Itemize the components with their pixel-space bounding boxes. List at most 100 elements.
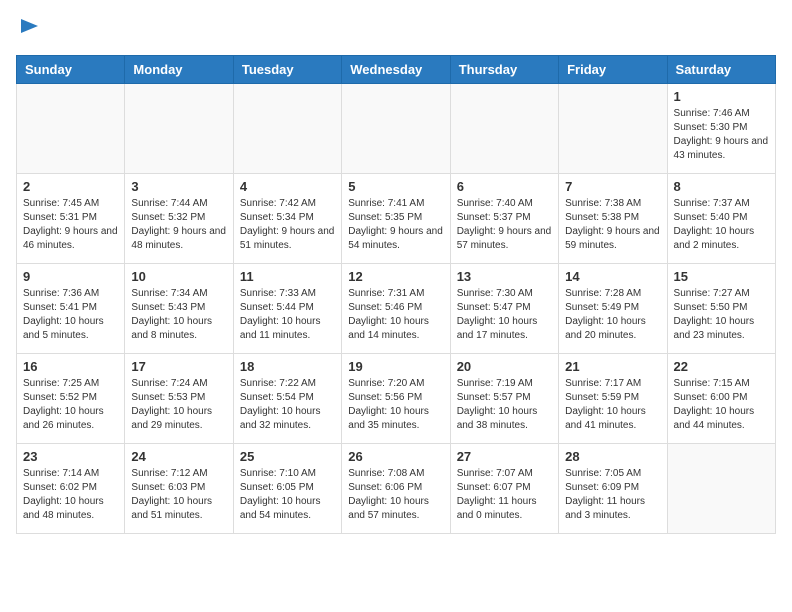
day-number: 24 (131, 449, 226, 464)
day-info: Sunrise: 7:05 AM Sunset: 6:09 PM Dayligh… (565, 467, 660, 523)
page-header (16, 16, 776, 43)
calendar-day-cell: 17 Sunrise: 7:24 AM Sunset: 5:53 PM Dayli… (125, 354, 233, 444)
calendar-day-cell (342, 84, 450, 174)
day-number: 28 (565, 449, 660, 464)
day-number: 18 (240, 359, 335, 374)
calendar-day-cell: 22 Sunrise: 7:15 AM Sunset: 6:00 PM Dayli… (667, 354, 775, 444)
calendar-day-cell: 9 Sunrise: 7:36 AM Sunset: 5:41 PM Daylig… (17, 264, 125, 354)
day-info: Sunrise: 7:07 AM Sunset: 6:07 PM Dayligh… (457, 467, 552, 523)
day-number: 7 (565, 179, 660, 194)
calendar-day-cell: 28 Sunrise: 7:05 AM Sunset: 6:09 PM Dayli… (559, 444, 667, 534)
calendar-day-cell: 1 Sunrise: 7:46 AM Sunset: 5:30 PM Daylig… (667, 84, 775, 174)
calendar-day-cell: 26 Sunrise: 7:08 AM Sunset: 6:06 PM Dayli… (342, 444, 450, 534)
calendar-day-cell: 12 Sunrise: 7:31 AM Sunset: 5:46 PM Dayli… (342, 264, 450, 354)
calendar-day-cell: 15 Sunrise: 7:27 AM Sunset: 5:50 PM Dayli… (667, 264, 775, 354)
day-number: 20 (457, 359, 552, 374)
day-info: Sunrise: 7:33 AM Sunset: 5:44 PM Dayligh… (240, 287, 335, 343)
calendar-table: SundayMondayTuesdayWednesdayThursdayFrid… (16, 55, 776, 534)
day-number: 6 (457, 179, 552, 194)
weekday-header: Sunday (17, 56, 125, 84)
calendar-day-cell: 19Sunrise: 7:20 AM Sunset: 5:56 PM Dayli… (342, 354, 450, 444)
calendar-week-row: 9 Sunrise: 7:36 AM Sunset: 5:41 PM Daylig… (17, 264, 776, 354)
calendar-day-cell (125, 84, 233, 174)
day-number: 21 (565, 359, 660, 374)
calendar-day-cell: 10 Sunrise: 7:34 AM Sunset: 5:43 PM Dayli… (125, 264, 233, 354)
day-number: 3 (131, 179, 226, 194)
calendar-day-cell: 5 Sunrise: 7:41 AM Sunset: 5:35 PM Daylig… (342, 174, 450, 264)
day-info: Sunrise: 7:42 AM Sunset: 5:34 PM Dayligh… (240, 197, 335, 253)
day-number: 27 (457, 449, 552, 464)
day-number: 15 (674, 269, 769, 284)
weekday-header: Tuesday (233, 56, 341, 84)
calendar-day-cell: 3 Sunrise: 7:44 AM Sunset: 5:32 PM Daylig… (125, 174, 233, 264)
calendar-day-cell: 25 Sunrise: 7:10 AM Sunset: 6:05 PM Dayli… (233, 444, 341, 534)
calendar-day-cell (450, 84, 558, 174)
day-info: Sunrise: 7:41 AM Sunset: 5:35 PM Dayligh… (348, 197, 443, 253)
logo (16, 16, 40, 43)
day-info: Sunrise: 7:15 AM Sunset: 6:00 PM Dayligh… (674, 377, 769, 433)
weekday-header: Saturday (667, 56, 775, 84)
day-info: Sunrise: 7:14 AM Sunset: 6:02 PM Dayligh… (23, 467, 118, 523)
day-number: 25 (240, 449, 335, 464)
day-info: Sunrise: 7:36 AM Sunset: 5:41 PM Dayligh… (23, 287, 118, 343)
day-number: 4 (240, 179, 335, 194)
weekday-header: Friday (559, 56, 667, 84)
day-info: Sunrise: 7:27 AM Sunset: 5:50 PM Dayligh… (674, 287, 769, 343)
calendar-day-cell: 6 Sunrise: 7:40 AM Sunset: 5:37 PM Daylig… (450, 174, 558, 264)
calendar-day-cell (233, 84, 341, 174)
calendar-week-row: 23Sunrise: 7:14 AM Sunset: 6:02 PM Dayli… (17, 444, 776, 534)
day-info: Sunrise: 7:08 AM Sunset: 6:06 PM Dayligh… (348, 467, 443, 523)
calendar-day-cell (559, 84, 667, 174)
day-number: 9 (23, 269, 118, 284)
day-number: 1 (674, 89, 769, 104)
day-info: Sunrise: 7:34 AM Sunset: 5:43 PM Dayligh… (131, 287, 226, 343)
day-info: Sunrise: 7:24 AM Sunset: 5:53 PM Dayligh… (131, 377, 226, 433)
weekday-header: Wednesday (342, 56, 450, 84)
calendar-week-row: 2 Sunrise: 7:45 AM Sunset: 5:31 PM Daylig… (17, 174, 776, 264)
day-number: 5 (348, 179, 443, 194)
day-number: 8 (674, 179, 769, 194)
day-info: Sunrise: 7:45 AM Sunset: 5:31 PM Dayligh… (23, 197, 118, 253)
day-number: 10 (131, 269, 226, 284)
calendar-day-cell: 23Sunrise: 7:14 AM Sunset: 6:02 PM Dayli… (17, 444, 125, 534)
calendar-day-cell: 21 Sunrise: 7:17 AM Sunset: 5:59 PM Dayli… (559, 354, 667, 444)
calendar-day-cell: 7 Sunrise: 7:38 AM Sunset: 5:38 PM Daylig… (559, 174, 667, 264)
calendar-day-cell: 16 Sunrise: 7:25 AM Sunset: 5:52 PM Dayli… (17, 354, 125, 444)
weekday-header-row: SundayMondayTuesdayWednesdayThursdayFrid… (17, 56, 776, 84)
day-number: 19 (348, 359, 443, 374)
day-info: Sunrise: 7:31 AM Sunset: 5:46 PM Dayligh… (348, 287, 443, 343)
day-info: Sunrise: 7:40 AM Sunset: 5:37 PM Dayligh… (457, 197, 552, 253)
day-info: Sunrise: 7:25 AM Sunset: 5:52 PM Dayligh… (23, 377, 118, 433)
day-number: 16 (23, 359, 118, 374)
day-number: 2 (23, 179, 118, 194)
weekday-header: Thursday (450, 56, 558, 84)
day-number: 17 (131, 359, 226, 374)
calendar-day-cell: 18 Sunrise: 7:22 AM Sunset: 5:54 PM Dayli… (233, 354, 341, 444)
calendar-day-cell: 11 Sunrise: 7:33 AM Sunset: 5:44 PM Dayli… (233, 264, 341, 354)
calendar-day-cell: 14Sunrise: 7:28 AM Sunset: 5:49 PM Dayli… (559, 264, 667, 354)
calendar-day-cell (17, 84, 125, 174)
day-number: 13 (457, 269, 552, 284)
day-info: Sunrise: 7:19 AM Sunset: 5:57 PM Dayligh… (457, 377, 552, 433)
day-info: Sunrise: 7:22 AM Sunset: 5:54 PM Dayligh… (240, 377, 335, 433)
day-info: Sunrise: 7:44 AM Sunset: 5:32 PM Dayligh… (131, 197, 226, 253)
logo-flag-icon (18, 16, 40, 38)
day-info: Sunrise: 7:10 AM Sunset: 6:05 PM Dayligh… (240, 467, 335, 523)
calendar-day-cell: 13 Sunrise: 7:30 AM Sunset: 5:47 PM Dayli… (450, 264, 558, 354)
calendar-day-cell: 27 Sunrise: 7:07 AM Sunset: 6:07 PM Dayli… (450, 444, 558, 534)
day-number: 12 (348, 269, 443, 284)
calendar-week-row: 16 Sunrise: 7:25 AM Sunset: 5:52 PM Dayli… (17, 354, 776, 444)
calendar-day-cell: 2 Sunrise: 7:45 AM Sunset: 5:31 PM Daylig… (17, 174, 125, 264)
day-info: Sunrise: 7:12 AM Sunset: 6:03 PM Dayligh… (131, 467, 226, 523)
calendar-week-row: 1 Sunrise: 7:46 AM Sunset: 5:30 PM Daylig… (17, 84, 776, 174)
day-info: Sunrise: 7:17 AM Sunset: 5:59 PM Dayligh… (565, 377, 660, 433)
calendar-day-cell: 8Sunrise: 7:37 AM Sunset: 5:40 PM Daylig… (667, 174, 775, 264)
calendar-day-cell: 20 Sunrise: 7:19 AM Sunset: 5:57 PM Dayli… (450, 354, 558, 444)
day-info: Sunrise: 7:38 AM Sunset: 5:38 PM Dayligh… (565, 197, 660, 253)
day-number: 11 (240, 269, 335, 284)
day-number: 22 (674, 359, 769, 374)
day-number: 26 (348, 449, 443, 464)
day-info: Sunrise: 7:30 AM Sunset: 5:47 PM Dayligh… (457, 287, 552, 343)
day-info: Sunrise: 7:46 AM Sunset: 5:30 PM Dayligh… (674, 107, 769, 163)
day-info: Sunrise: 7:28 AM Sunset: 5:49 PM Dayligh… (565, 287, 660, 343)
